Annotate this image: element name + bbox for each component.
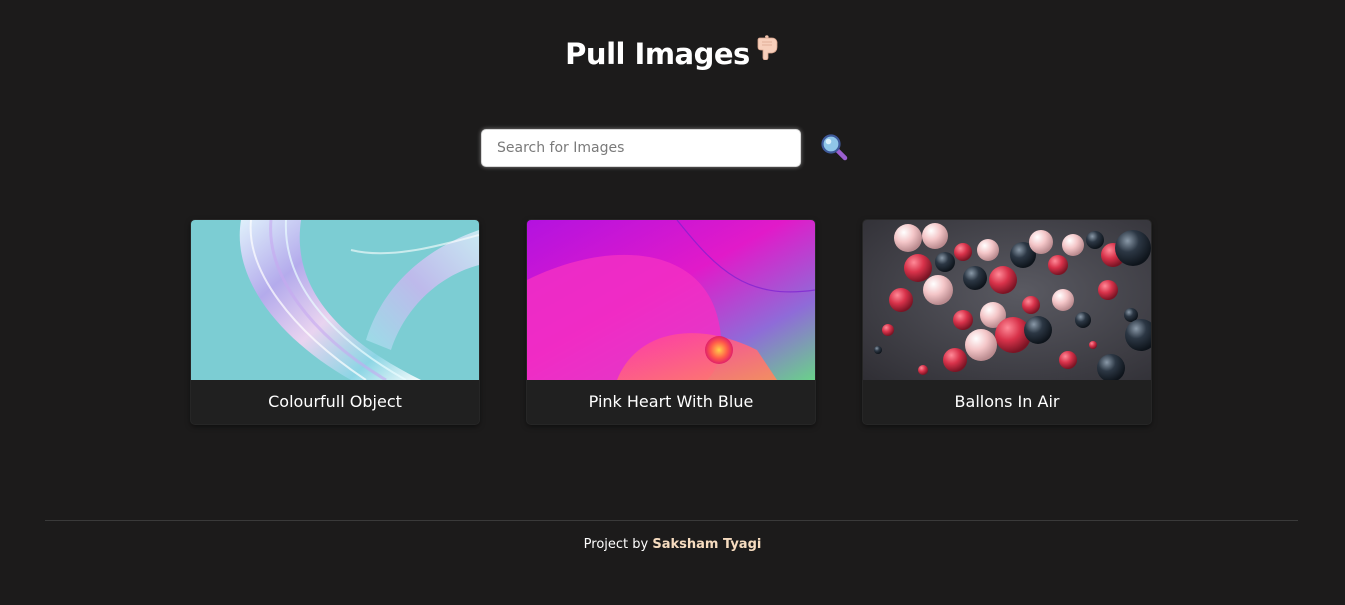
image-card[interactable]: Ballons In Air [863,220,1151,424]
page-title-text: Pull Images [565,37,750,71]
footer-divider [45,520,1298,521]
search-input[interactable] [481,129,801,167]
footer-prefix: Project by [583,537,649,552]
pink-heart-with-blue-image [527,220,815,380]
page-title: Pull Images [0,34,1345,71]
colourful-object-image [191,220,479,380]
magnifying-glass-icon [821,134,848,161]
image-caption: Colourfull Object [268,392,402,411]
image-gallery: Colourfull Object Pink Heart With Blue B… [191,220,1151,424]
search-button[interactable] [819,133,849,163]
author-name: Saksham Tyagi [652,537,762,552]
image-caption: Ballons In Air [954,392,1060,411]
image-card[interactable]: Pink Heart With Blue [527,220,815,424]
search-bar [481,129,849,167]
balloons-in-air-image [863,220,1151,380]
image-card[interactable]: Colourfull Object [191,220,479,424]
footer: Project by Saksham Tyagi [0,537,1345,552]
pointing-down-hand-icon [756,34,780,66]
image-caption: Pink Heart With Blue [588,392,754,411]
